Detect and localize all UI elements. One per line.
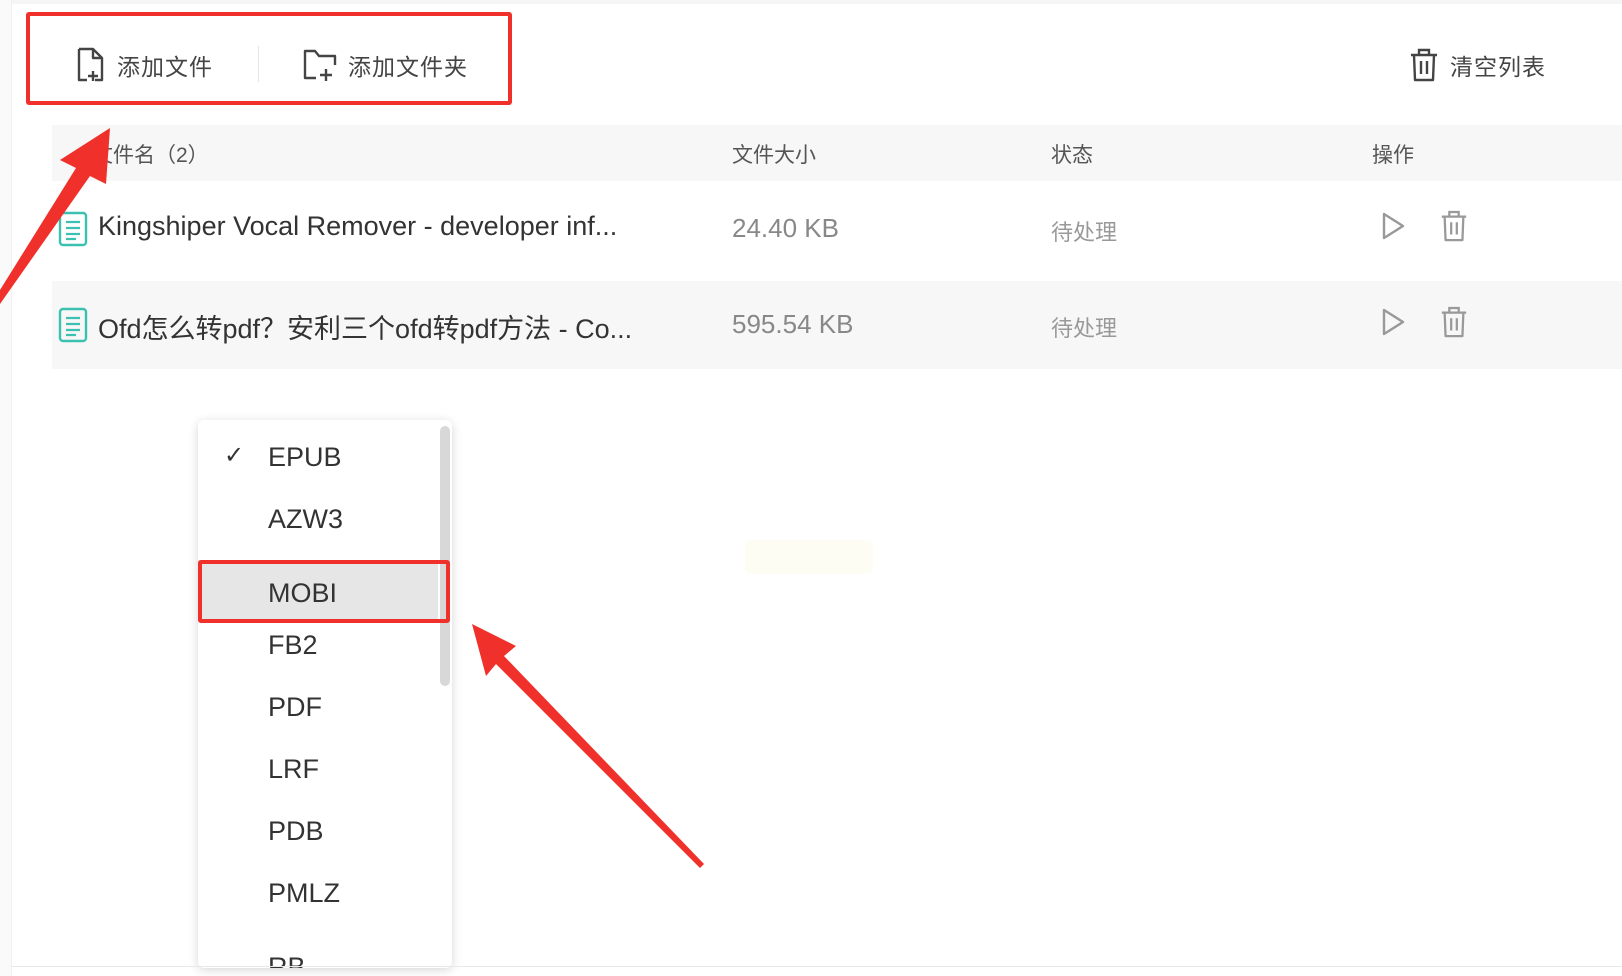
annotation-arrows <box>0 128 704 868</box>
annotation-arrow-mobi <box>472 624 704 868</box>
converter-window: 添加文件 添加文件夹 清空列表 文件名（2） 文件大小 状态 操作 Kingsh… <box>0 0 1622 976</box>
annotation-arrow-toolbar <box>0 128 110 304</box>
